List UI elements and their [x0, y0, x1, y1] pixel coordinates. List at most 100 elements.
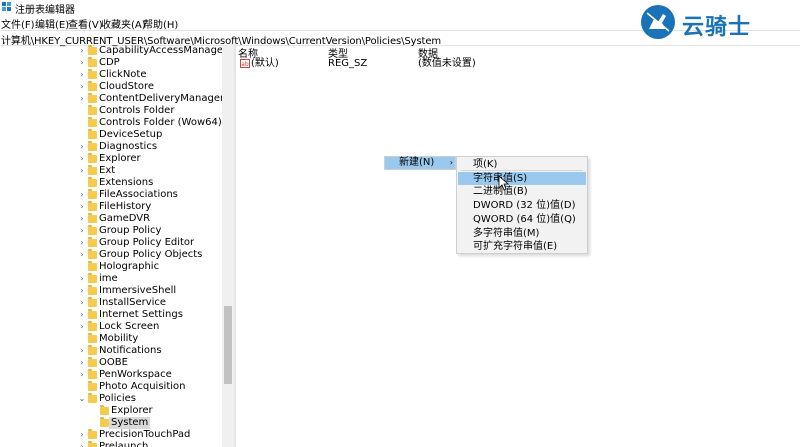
tree-item[interactable]: › ContentDeliveryManager	[78, 93, 222, 105]
folder-icon	[88, 213, 97, 223]
chevron-right-icon[interactable]: ›	[78, 154, 86, 164]
tree-item[interactable]: › Lock Screen	[78, 321, 222, 333]
submenu-item-dword-value[interactable]: DWORD (32 位)值(D)	[458, 199, 586, 212]
menu-view[interactable]: 查看(V)	[68, 16, 103, 31]
watermark-logo: 云骑士	[638, 3, 788, 41]
tree-item[interactable]: › Explorer	[78, 153, 222, 165]
registry-tree[interactable]: › CapabilityAccessManager › CDP › ClickNote › C…	[0, 44, 222, 447]
chevron-right-icon[interactable]: ›	[78, 58, 86, 68]
tree-item[interactable]: › InstallService	[78, 297, 222, 309]
folder-icon	[88, 225, 97, 235]
chevron-right-icon[interactable]: ›	[78, 370, 86, 380]
chevron-right-icon[interactable]: ›	[78, 142, 86, 152]
chevron-right-icon[interactable]: ›	[78, 202, 86, 212]
submenu-item-expandable-string-value[interactable]: 可扩充字符串值(E)	[458, 240, 586, 253]
submenu-item-expandable-string-value-label: 可扩充字符串值(E)	[473, 241, 558, 252]
chevron-right-icon[interactable]: ›	[78, 286, 86, 296]
tree-item[interactable]: › OOBE	[78, 357, 222, 369]
submenu-item-multi-string-value-label: 多字符串值(M)	[473, 228, 540, 239]
folder-icon	[88, 201, 97, 211]
tree-item[interactable]: › PenWorkspace	[78, 369, 222, 381]
chevron-right-icon[interactable]: ›	[78, 238, 86, 248]
folder-icon	[88, 357, 97, 367]
tree-item[interactable]: › CapabilityAccessManager	[78, 45, 222, 57]
submenu-item-qword-value[interactable]: QWORD (64 位)值(Q)	[458, 213, 586, 226]
menu-favorites[interactable]: 收藏夹(A)	[101, 16, 146, 31]
tree-item[interactable]: › Ext	[78, 165, 222, 177]
chevron-right-icon[interactable]: ›	[78, 430, 86, 440]
tree-item[interactable]: › Notifications	[78, 345, 222, 357]
tree-item[interactable]: › Diagnostics	[78, 141, 222, 153]
menu-help[interactable]: 帮助(H)	[143, 16, 178, 31]
submenu-item-string-value[interactable]: 字符串值(S)	[458, 172, 586, 185]
chevron-right-icon[interactable]: ›	[78, 190, 86, 200]
submenu-item-multi-string-value[interactable]: 多字符串值(M)	[458, 227, 586, 240]
tree-item-label: Controls Folder (Wow64)	[99, 117, 222, 128]
chevron-right-icon[interactable]: ›	[78, 82, 86, 92]
tree-item[interactable]: Explorer	[90, 405, 222, 417]
tree-item[interactable]: Controls Folder (Wow64)	[78, 117, 222, 129]
tree-item[interactable]: › Group Policy Objects	[78, 249, 222, 261]
tree-item-label: PrecisionTouchPad	[99, 429, 191, 440]
tree-item-label: Notifications	[99, 345, 162, 356]
new-submenu: 项(K) 字符串值(S) 二进制值(B) DWORD (32 位)值(D) QW…	[456, 156, 588, 254]
tree-item[interactable]: Photo Acquisition	[78, 381, 222, 393]
menu-edit[interactable]: 编辑(E)	[35, 16, 69, 31]
tree-item[interactable]: › ime	[78, 273, 222, 285]
chevron-right-icon[interactable]: ›	[78, 322, 86, 332]
folder-icon	[88, 129, 97, 139]
tree-item[interactable]: DeviceSetup	[78, 129, 222, 141]
tree-item[interactable]: Mobility	[78, 333, 222, 345]
tree-item-label: Explorer	[111, 405, 153, 416]
tree-item-label: Diagnostics	[99, 141, 158, 152]
chevron-right-icon[interactable]: ›	[78, 214, 86, 224]
tree-scrollbar[interactable]	[222, 44, 234, 447]
tree-item-label: System	[109, 417, 151, 429]
menu-item-new[interactable]: 新建(N) ›	[385, 157, 455, 169]
chevron-right-icon[interactable]: ›	[78, 70, 86, 80]
chevron-right-icon[interactable]: ›	[78, 46, 86, 56]
tree-scrollbar-thumb[interactable]	[224, 306, 232, 384]
chevron-right-icon[interactable]: ›	[78, 94, 86, 104]
tree-item[interactable]: › GameDVR	[78, 213, 222, 225]
chevron-down-icon[interactable]: ⌄	[78, 394, 86, 404]
tree-item[interactable]: ⌄ Policies	[78, 393, 222, 405]
tree-item-label: Controls Folder	[99, 105, 175, 116]
chevron-right-icon[interactable]: ›	[78, 250, 86, 260]
chevron-right-icon[interactable]: ›	[78, 358, 86, 368]
tree-item[interactable]: › ClickNote	[78, 69, 222, 81]
tree-item[interactable]: › FileAssociations	[78, 189, 222, 201]
folder-icon	[88, 45, 97, 55]
chevron-right-icon[interactable]: ›	[78, 226, 86, 236]
chevron-right-icon[interactable]: ›	[78, 166, 86, 176]
submenu-item-binary-value[interactable]: 二进制值(B)	[458, 185, 586, 198]
chevron-right-icon[interactable]: ›	[78, 310, 86, 320]
folder-icon	[88, 261, 97, 271]
chevron-right-icon[interactable]: ›	[78, 442, 86, 447]
tree-item[interactable]: › ImmersiveShell	[78, 285, 222, 297]
tree-item[interactable]: › Group Policy	[78, 225, 222, 237]
tree-item[interactable]: › Prelaunch	[78, 441, 222, 447]
tree-item[interactable]: Holographic	[78, 261, 222, 273]
chevron-right-icon[interactable]: ›	[78, 274, 86, 284]
value-row[interactable]: ab (默认) REG_SZ (数值未设置)	[236, 58, 536, 70]
tree-item[interactable]: › CDP	[78, 57, 222, 69]
chevron-right-icon[interactable]: ›	[78, 298, 86, 308]
window-title: 注册表编辑器	[15, 5, 75, 16]
tree-item[interactable]: › PrecisionTouchPad	[78, 429, 222, 441]
chevron-right-icon[interactable]: ›	[78, 346, 86, 356]
tree-item[interactable]: › CloudStore	[78, 81, 222, 93]
tree-item[interactable]: Controls Folder	[78, 105, 222, 117]
tree-item-label: ClickNote	[99, 69, 147, 80]
menu-file[interactable]: 文件(F)	[1, 16, 35, 31]
tree-item[interactable]: Extensions	[78, 177, 222, 189]
tree-item[interactable]: › Group Policy Editor	[78, 237, 222, 249]
folder-icon	[88, 429, 97, 439]
folder-icon	[88, 345, 97, 355]
tree-item[interactable]: › Internet Settings	[78, 309, 222, 321]
tree-item-label: Group Policy	[99, 225, 162, 236]
tree-item[interactable]: System	[90, 417, 222, 429]
tree-item[interactable]: › FileHistory	[78, 201, 222, 213]
tree-item-label: CDP	[99, 57, 120, 68]
folder-icon	[88, 369, 97, 379]
